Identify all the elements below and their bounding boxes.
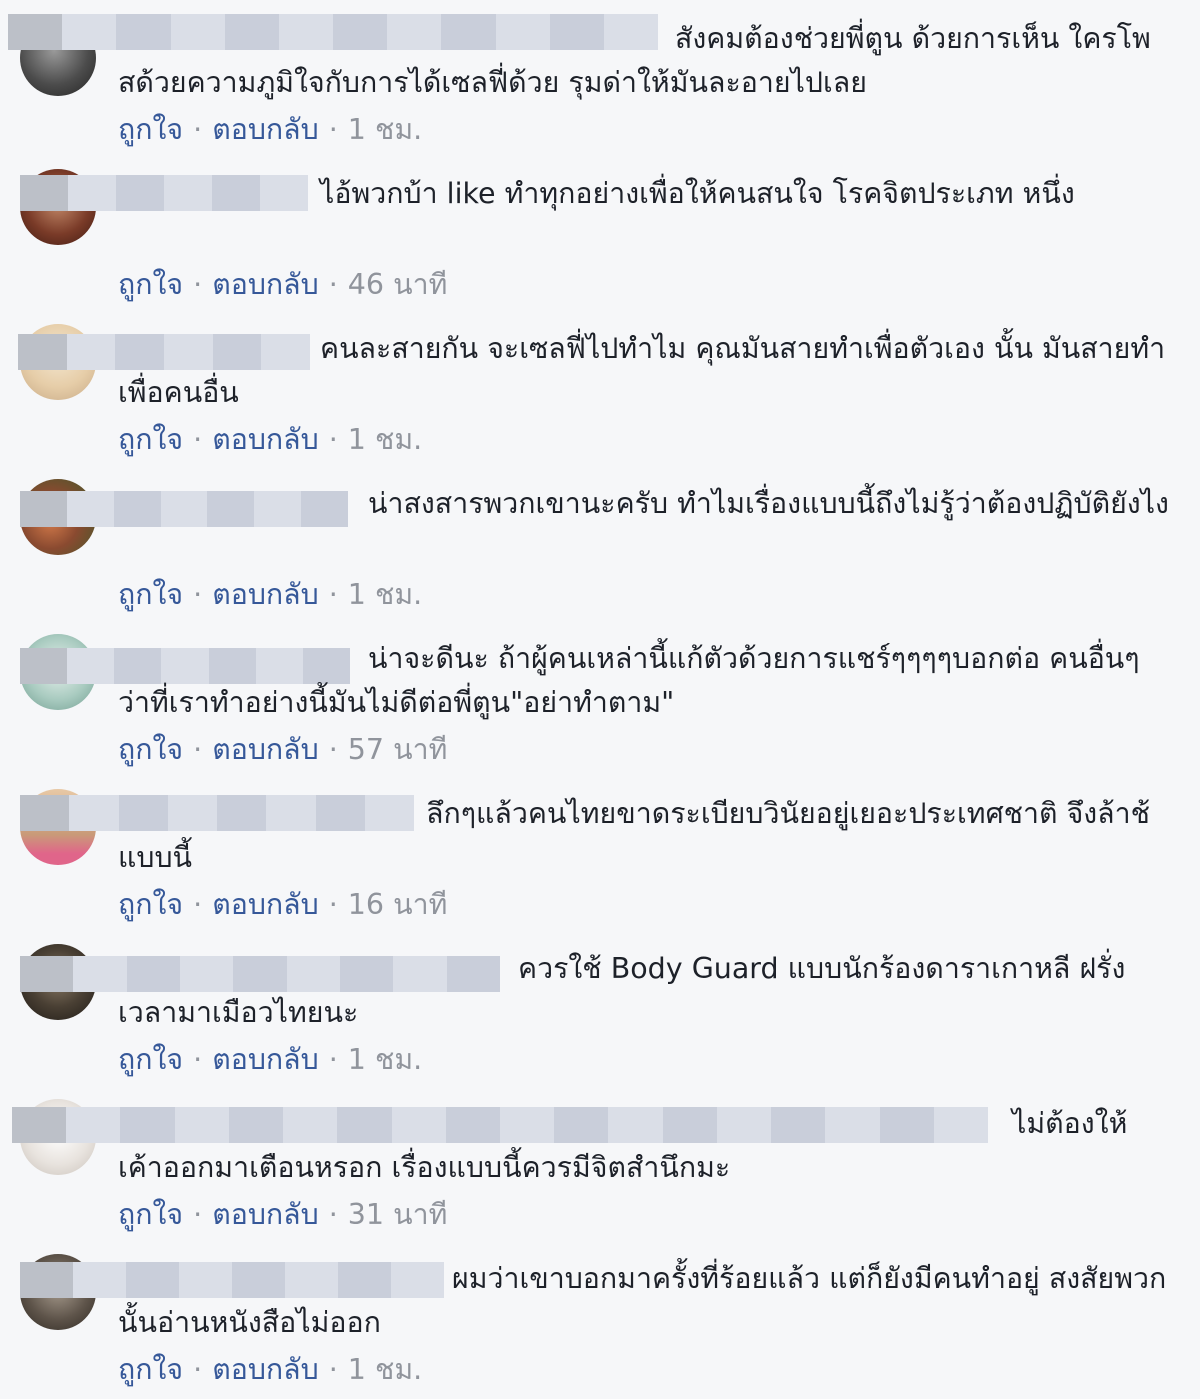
comment-actions: ถูกใจ · ตอบกลับ · 46 นาที [118, 263, 447, 307]
separator: · [193, 268, 203, 301]
separator: · [328, 1353, 338, 1386]
comment-actions: ถูกใจ · ตอบกลับ · 31 นาที [118, 1193, 447, 1237]
reply-link[interactable]: ตอบกลับ [212, 1043, 319, 1076]
like-link[interactable]: ถูกใจ [118, 423, 183, 456]
comment-actions: ถูกใจ · ตอบกลับ · 57 นาที [118, 728, 447, 772]
like-link[interactable]: ถูกใจ [118, 888, 183, 921]
comment-actions: ถูกใจ · ตอบกลับ · 16 นาที [118, 883, 447, 927]
separator: · [328, 733, 338, 766]
comment-actions: ถูกใจ · ตอบกลับ · 1 ชม. [118, 573, 422, 617]
reply-link[interactable]: ตอบกลับ [212, 888, 319, 921]
reply-link[interactable]: ตอบกลับ [212, 1198, 319, 1231]
comment-text: น่าจะดีนะ ถ้าผู้คนเหล่านี้แก้ตัวด้วยการแ… [118, 642, 1149, 719]
comment-text: สังคมต้องช่วยพี่ตูน ด้วยการเห็น ใครโพสด้… [118, 22, 1151, 99]
separator: · [193, 733, 203, 766]
like-link[interactable]: ถูกใจ [118, 268, 183, 301]
reply-link[interactable]: ตอบกลับ [212, 268, 319, 301]
comment-actions: ถูกใจ · ตอบกลับ · 1 ชม. [118, 1038, 422, 1082]
comment-timestamp[interactable]: 31 นาที [348, 1198, 448, 1231]
comment-text: ไอ้พวกบ้า like ทำทุกอย่างเพื่อให้คนสนใจ … [320, 177, 1075, 210]
comment-item: ผมว่าเขาบอกมาครั้งที่ร้อยแล้ว แต่ก็ยังมี… [0, 1240, 1200, 1395]
separator: · [193, 578, 203, 611]
comment-timestamp[interactable]: 16 นาที [348, 888, 448, 921]
comment-timestamp[interactable]: 1 ชม. [348, 1043, 422, 1076]
comment-timestamp[interactable]: 1 ชม. [348, 578, 422, 611]
comment-text: น่าสงสารพวกเขานะครับ ทำไมเรื่องแบบนี้ถึง… [368, 487, 1169, 520]
comment-item: ไอ้พวกบ้า like ทำทุกอย่างเพื่อให้คนสนใจ … [0, 155, 1200, 310]
comment-timestamp[interactable]: 1 ชม. [348, 423, 422, 456]
reply-link[interactable]: ตอบกลับ [212, 113, 319, 146]
separator: · [193, 1353, 203, 1386]
separator: · [193, 113, 203, 146]
comment-item: น่าจะดีนะ ถ้าผู้คนเหล่านี้แก้ตัวด้วยการแ… [0, 620, 1200, 775]
like-link[interactable]: ถูกใจ [118, 1043, 183, 1076]
separator: · [328, 423, 338, 456]
comment-timestamp[interactable]: 46 นาที [348, 268, 448, 301]
comment-text: ผมว่าเขาบอกมาครั้งที่ร้อยแล้ว แต่ก็ยังมี… [118, 1262, 1167, 1339]
comment-text: ควรใช้ Body Guard แบบนักร้องดาราเกาหลี ฝ… [118, 952, 1126, 1029]
comment-text: ลึกๆแล้วคนไทยขาดระเบียบวินัยอยู่เยอะประเ… [118, 797, 1150, 874]
comment-item: คนละสายกัน จะเซลฟี่ไปทำไม คุณมันสายทำเพื… [0, 310, 1200, 465]
comment-timestamp[interactable]: 1 ชม. [348, 1353, 422, 1386]
separator: · [193, 888, 203, 921]
separator: · [328, 1198, 338, 1231]
comment-timestamp[interactable]: 1 ชม. [348, 113, 422, 146]
comment-text: ไม่ต้องให้ เค้าออกมาเตือนหรอก เรื่องแบบน… [118, 1107, 1137, 1184]
separator: · [328, 113, 338, 146]
separator: · [328, 578, 338, 611]
comment-timestamp[interactable]: 57 นาที [348, 733, 448, 766]
separator: · [193, 1198, 203, 1231]
comment-item: น่าสงสารพวกเขานะครับ ทำไมเรื่องแบบนี้ถึง… [0, 465, 1200, 620]
separator: · [193, 423, 203, 456]
like-link[interactable]: ถูกใจ [118, 113, 183, 146]
like-link[interactable]: ถูกใจ [118, 1353, 183, 1386]
reply-link[interactable]: ตอบกลับ [212, 423, 319, 456]
reply-link[interactable]: ตอบกลับ [212, 1353, 319, 1386]
comment-actions: ถูกใจ · ตอบกลับ · 1 ชม. [118, 418, 422, 462]
separator: · [328, 1043, 338, 1076]
comment-text: คนละสายกัน จะเซลฟี่ไปทำไม คุณมันสายทำเพื… [118, 332, 1166, 409]
comment-item: ไม่ต้องให้ เค้าออกมาเตือนหรอก เรื่องแบบน… [0, 1085, 1200, 1240]
reply-link[interactable]: ตอบกลับ [212, 733, 319, 766]
comment-item: ควรใช้ Body Guard แบบนักร้องดาราเกาหลี ฝ… [0, 930, 1200, 1085]
separator: · [193, 1043, 203, 1076]
separator: · [328, 268, 338, 301]
comment-item: ลึกๆแล้วคนไทยขาดระเบียบวินัยอยู่เยอะประเ… [0, 775, 1200, 930]
comment-actions: ถูกใจ · ตอบกลับ · 1 ชม. [118, 1348, 422, 1392]
reply-link[interactable]: ตอบกลับ [212, 578, 319, 611]
like-link[interactable]: ถูกใจ [118, 733, 183, 766]
like-link[interactable]: ถูกใจ [118, 578, 183, 611]
separator: · [328, 888, 338, 921]
like-link[interactable]: ถูกใจ [118, 1198, 183, 1231]
comment-item: สังคมต้องช่วยพี่ตูน ด้วยการเห็น ใครโพสด้… [0, 0, 1200, 155]
comment-actions: ถูกใจ · ตอบกลับ · 1 ชม. [118, 108, 422, 152]
